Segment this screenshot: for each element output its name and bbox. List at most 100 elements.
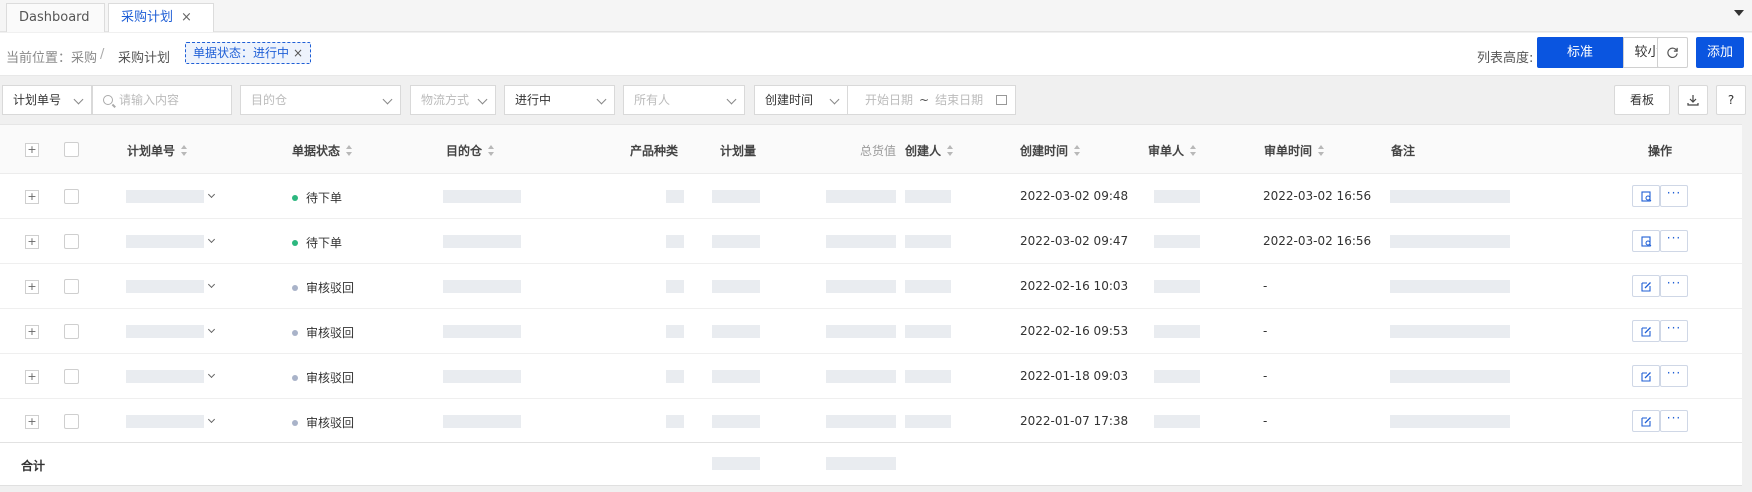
tab-purchase-plan[interactable]: 采购计划 × (108, 3, 214, 32)
reviewer-placeholder (1154, 370, 1200, 383)
table-row: + 审核驳回 2022-01-18 09:03 - ··· (0, 354, 1742, 399)
edit-button[interactable] (1632, 275, 1660, 297)
created-at-cell: 2022-01-18 09:03 (1020, 369, 1129, 383)
plan-no-placeholder[interactable] (126, 190, 204, 203)
date-range-picker[interactable]: 开始日期 ~ 结束日期 (847, 85, 1016, 115)
field-select[interactable]: 计划单号 (2, 85, 92, 115)
search-input[interactable]: 请输入内容 (92, 85, 232, 115)
expand-row-button[interactable]: + (25, 415, 39, 429)
review-button[interactable] (1632, 185, 1660, 207)
more-button[interactable]: ··· (1660, 410, 1688, 432)
column-header-plan-no[interactable]: 计划单号 (127, 142, 188, 159)
help-button[interactable]: ? (1716, 85, 1746, 115)
row-checkbox[interactable] (64, 369, 79, 384)
created-at-cell: 2022-03-02 09:47 (1020, 234, 1129, 248)
creator-placeholder (905, 370, 951, 383)
more-button[interactable]: ··· (1660, 185, 1688, 207)
chevron-down-icon (73, 94, 84, 105)
reviewed-at-cell: 2022-03-02 16:56 (1263, 234, 1372, 248)
field-select-value: 计划单号 (13, 93, 62, 107)
review-button[interactable] (1632, 230, 1660, 252)
expand-row-button[interactable]: + (25, 235, 39, 249)
column-header-reviewer[interactable]: 审单人 (1148, 142, 1197, 159)
table-row: + 待下单 2022-03-02 09:48 2022-03-02 16:56 ··· (0, 174, 1742, 219)
more-icon: ··· (1666, 366, 1682, 380)
more-button[interactable]: ··· (1660, 320, 1688, 342)
more-icon: ··· (1666, 231, 1682, 245)
row-checkbox[interactable] (64, 324, 79, 339)
sort-icon[interactable] (1318, 145, 1325, 156)
total-plan-qty-placeholder (712, 457, 760, 470)
refresh-icon (1667, 47, 1678, 58)
more-icon: ··· (1666, 411, 1682, 425)
column-header-creator[interactable]: 创建人 (905, 142, 954, 159)
reviewer-placeholder (1154, 190, 1200, 203)
edit-button[interactable] (1632, 365, 1660, 387)
close-icon[interactable]: × (181, 10, 192, 25)
tab-dashboard[interactable]: Dashboard (6, 3, 105, 32)
expand-all-button[interactable]: + (25, 143, 39, 157)
expand-row-button[interactable]: + (25, 325, 39, 339)
table-header: + 计划单号 单据状态 目的仓 产品种类 计划量 总货值 创建人 创建时间 审单… (0, 125, 1742, 174)
column-header-warehouse[interactable]: 目的仓 (446, 142, 495, 159)
warehouse-placeholder (443, 235, 521, 248)
table-row: + 审核驳回 2022-01-07 17:38 - ··· (0, 399, 1742, 444)
warehouse-placeholder (443, 190, 521, 203)
breadcrumb-separator: / (100, 47, 105, 62)
total-value-placeholder (826, 325, 896, 338)
sort-icon[interactable] (1074, 145, 1081, 156)
creator-placeholder (905, 190, 951, 203)
expand-row-button[interactable]: + (25, 280, 39, 294)
row-checkbox[interactable] (64, 279, 79, 294)
reviewed-at-cell: - (1263, 279, 1268, 293)
reviewed-at-cell: - (1263, 324, 1268, 338)
sort-icon[interactable] (488, 145, 495, 156)
sort-icon[interactable] (947, 145, 954, 156)
plan-no-placeholder[interactable] (126, 325, 204, 338)
more-icon: ··· (1666, 186, 1682, 200)
expand-row-button[interactable]: + (25, 190, 39, 204)
creator-placeholder (905, 415, 951, 428)
remark-placeholder (1390, 190, 1510, 203)
status-select[interactable]: 进行中 (504, 85, 615, 115)
more-button[interactable]: ··· (1660, 365, 1688, 387)
product-types-placeholder (666, 415, 684, 428)
sort-icon[interactable] (346, 145, 353, 156)
status-badge: 审核驳回 (292, 369, 354, 386)
edit-button[interactable] (1632, 410, 1660, 432)
row-checkbox[interactable] (64, 189, 79, 204)
select-all-checkbox[interactable] (64, 142, 79, 157)
product-types-placeholder (666, 235, 684, 248)
sort-icon[interactable] (1190, 145, 1197, 156)
logistics-select[interactable]: 物流方式 (410, 85, 496, 115)
sort-icon[interactable] (181, 145, 188, 156)
edit-button[interactable] (1632, 320, 1660, 342)
column-header-created-at[interactable]: 创建时间 (1020, 142, 1081, 159)
more-button[interactable]: ··· (1660, 230, 1688, 252)
column-header-status[interactable]: 单据状态 (292, 142, 353, 159)
more-button[interactable]: ··· (1660, 275, 1688, 297)
tab-menu-chevron-icon[interactable] (1734, 10, 1744, 16)
plan-no-placeholder[interactable] (126, 415, 204, 428)
export-button[interactable] (1678, 85, 1708, 115)
created-at-cell: 2022-02-16 10:03 (1020, 279, 1129, 293)
row-checkbox[interactable] (64, 234, 79, 249)
close-icon[interactable]: × (293, 46, 303, 60)
reviewed-at-cell: - (1263, 369, 1268, 383)
column-header-reviewed-at[interactable]: 审单时间 (1264, 142, 1325, 159)
warehouse-select[interactable]: 目的仓 (240, 85, 401, 115)
row-checkbox[interactable] (64, 414, 79, 429)
plan-no-placeholder[interactable] (126, 235, 204, 248)
column-header-actions: 操作 (1648, 144, 1673, 158)
status-filter-chip[interactable]: 单据状态：进行中 × (185, 42, 312, 64)
plan-no-placeholder[interactable] (126, 280, 204, 293)
expand-row-button[interactable]: + (25, 370, 39, 384)
refresh-button[interactable] (1657, 37, 1688, 68)
owner-select[interactable]: 所有人 (623, 85, 745, 115)
date-type-value: 创建时间 (765, 93, 814, 107)
plan-no-placeholder[interactable] (126, 370, 204, 383)
board-button[interactable]: 看板 (1614, 85, 1670, 115)
height-standard-button[interactable]: 标准 (1537, 37, 1623, 68)
add-button[interactable]: 添加 (1696, 37, 1744, 68)
date-type-select[interactable]: 创建时间 (754, 85, 848, 115)
